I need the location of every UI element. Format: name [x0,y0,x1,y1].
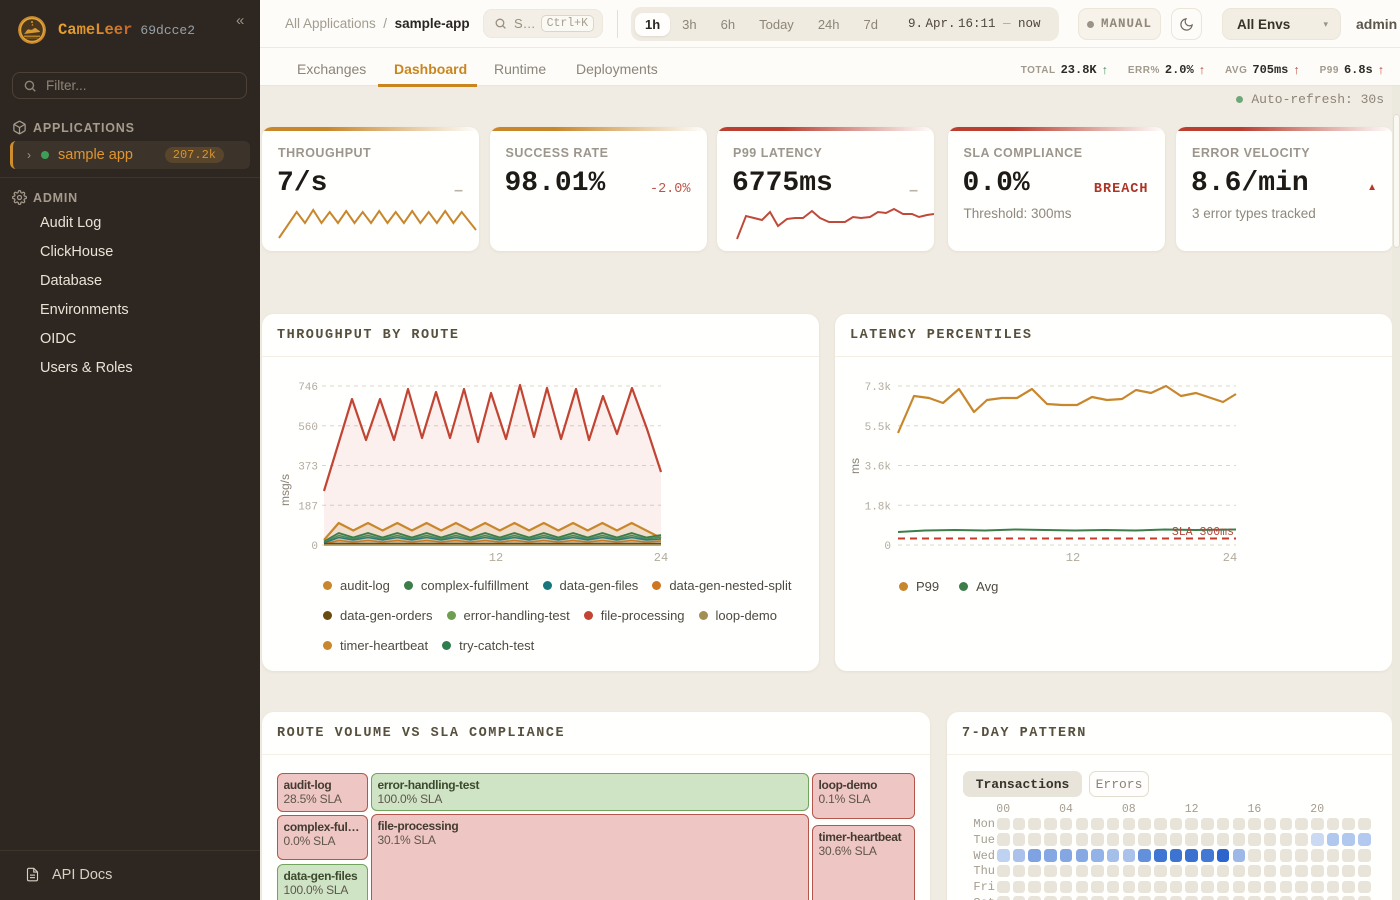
svg-text:12: 12 [489,551,503,565]
svg-text:187: 187 [298,501,318,513]
svg-text:0: 0 [311,541,318,553]
svg-text:373: 373 [298,462,318,474]
svg-text:560: 560 [298,422,318,434]
svg-text:5.5k: 5.5k [865,422,892,434]
svg-text:0: 0 [884,541,891,553]
svg-text:746: 746 [298,382,318,394]
svg-text:ms: ms [848,458,862,474]
svg-text:24: 24 [654,551,668,565]
svg-text:SLA 300ms: SLA 300ms [1172,526,1234,539]
svg-text:3.6k: 3.6k [865,462,892,474]
svg-text:12: 12 [1066,551,1080,565]
svg-text:1.8k: 1.8k [865,501,892,513]
svg-text:24: 24 [1223,551,1237,565]
svg-text:msg/s: msg/s [278,474,292,506]
svg-text:7.3k: 7.3k [865,382,892,394]
